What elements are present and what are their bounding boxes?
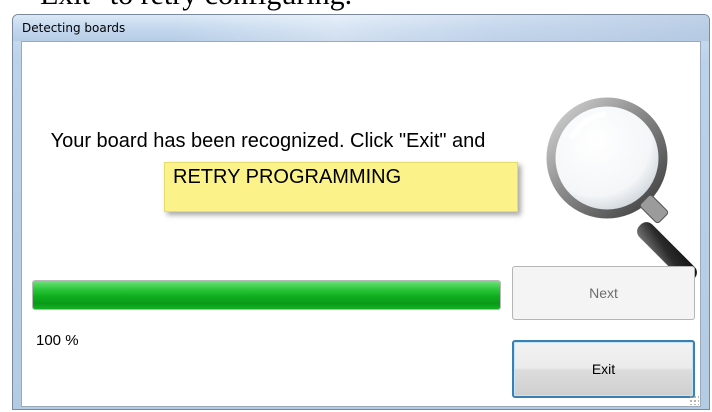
- window-title: Detecting boards: [22, 21, 126, 35]
- sticky-note: RETRY PROGRAMMING: [164, 162, 518, 212]
- resize-grip[interactable]: [689, 395, 699, 405]
- progress-bar: [32, 280, 501, 310]
- title-bar-glass: [173, 15, 709, 41]
- next-button[interactable]: Next: [512, 266, 695, 320]
- progress-percent-label: 100 %: [36, 332, 79, 349]
- background-document-text: Exit" to retry configuring.: [40, 0, 352, 12]
- magnifier-icon: [546, 97, 697, 282]
- exit-button[interactable]: Exit: [512, 340, 695, 398]
- status-message: Your board has been recognized. Click "E…: [50, 130, 486, 152]
- title-bar[interactable]: Detecting boards: [13, 15, 709, 41]
- detecting-boards-window: Detecting boards Your board has been rec…: [12, 14, 710, 410]
- sticky-note-text: RETRY PROGRAMMING: [173, 166, 402, 188]
- progress-fill: [33, 281, 500, 309]
- dialog-content: Your board has been recognized. Click "E…: [21, 41, 701, 407]
